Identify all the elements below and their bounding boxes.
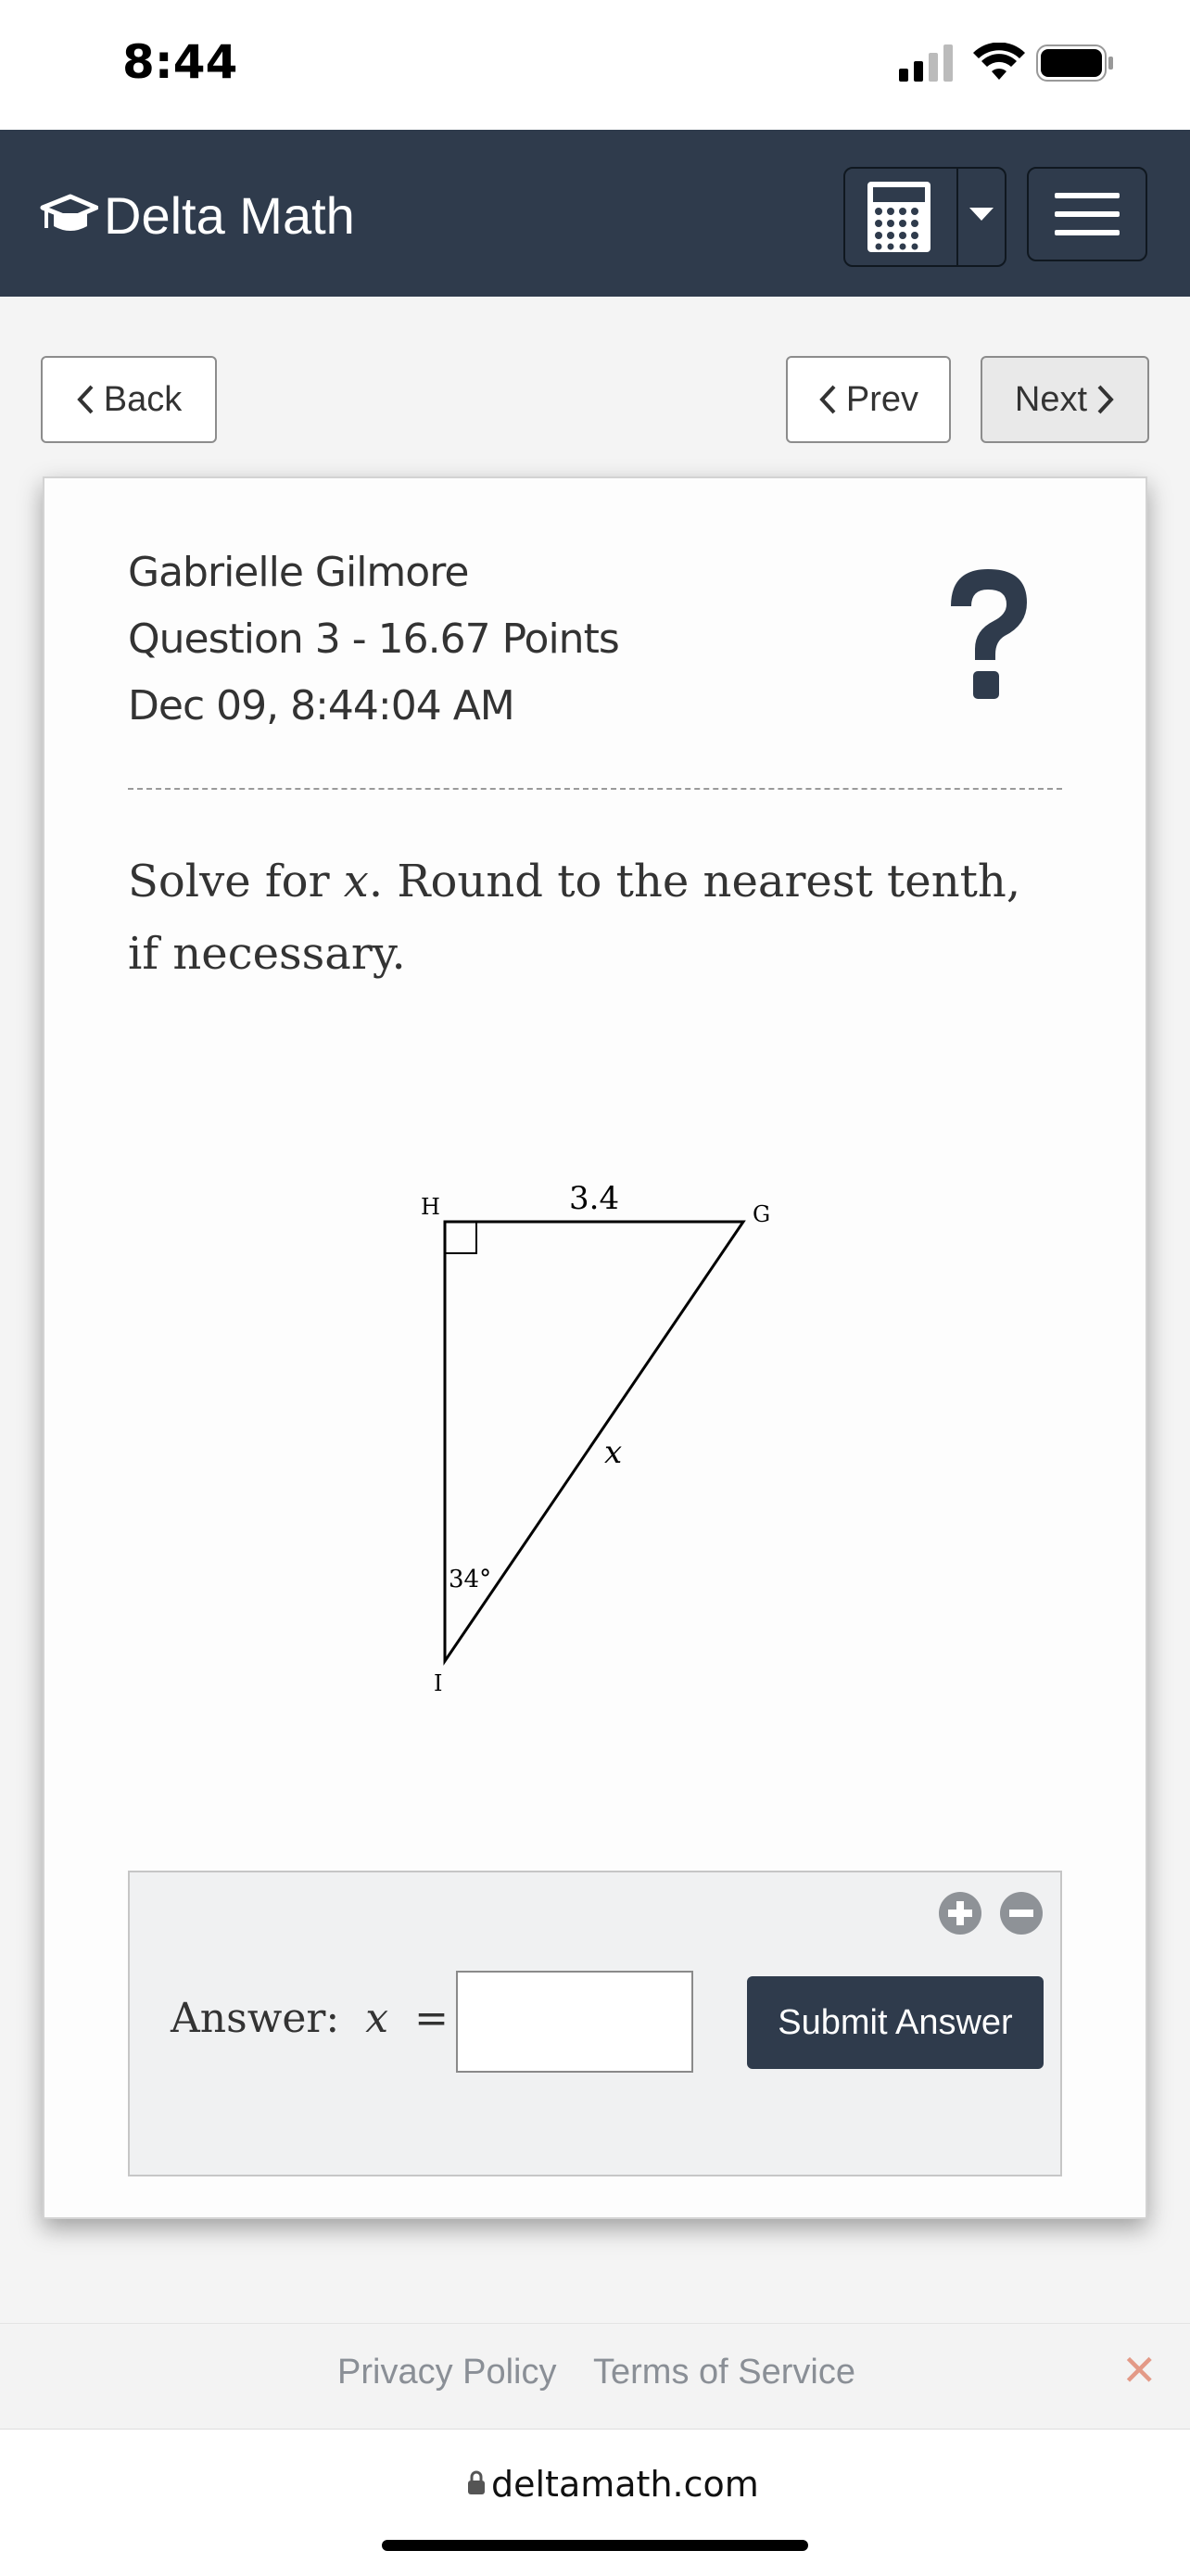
- hamburger-menu-button[interactable]: [1027, 167, 1147, 261]
- side-label-x: x: [604, 1434, 622, 1471]
- next-button-label: Next: [1014, 379, 1088, 419]
- graduation-cap-icon: [40, 194, 98, 231]
- back-button-label: Back: [103, 379, 183, 419]
- menu-icon-bar: [1055, 211, 1120, 217]
- student-name: Gabrielle Gilmore: [128, 549, 469, 596]
- status-time: 8:44: [122, 35, 238, 89]
- prompt-text-start: Solve for: [128, 856, 344, 907]
- back-button[interactable]: Back: [41, 356, 217, 443]
- question-info: Question 3 - 16.67 Points: [128, 615, 620, 663]
- help-question-icon[interactable]: [934, 564, 1040, 704]
- terms-of-service-link[interactable]: Terms of Service: [593, 2353, 855, 2392]
- answer-input[interactable]: [456, 1971, 693, 2073]
- battery-icon: [1036, 44, 1113, 82]
- triangle-shape: [443, 1220, 746, 1666]
- chevron-right-icon: [1097, 385, 1114, 414]
- privacy-policy-link[interactable]: Privacy Policy: [337, 2353, 557, 2392]
- section-divider: [128, 788, 1062, 790]
- wifi-icon: [973, 43, 1025, 80]
- prev-button[interactable]: Prev: [786, 356, 951, 443]
- brand-logo-text[interactable]: Delta Math: [104, 185, 355, 246]
- vertex-label-i: I: [434, 1670, 442, 1696]
- answer-equals: =: [414, 1995, 449, 2042]
- lock-icon: [468, 2470, 485, 2494]
- menu-icon-bar: [1055, 193, 1120, 198]
- question-prompt: Solve for x. Round to the nearest tenth,…: [128, 845, 1036, 990]
- answer-label: Answer: x =: [171, 1995, 449, 2042]
- triangle-diagram: H G I 3.4 x 34°: [421, 1180, 770, 1696]
- minus-circle-icon[interactable]: [999, 1891, 1044, 1935]
- answer-label-prefix: Answer:: [171, 1995, 340, 2042]
- prev-button-label: Prev: [845, 379, 919, 419]
- cellular-signal-icon: [899, 44, 953, 82]
- question-datetime: Dec 09, 8:44:04 AM: [128, 682, 515, 730]
- home-indicator[interactable]: [382, 2540, 808, 2551]
- next-button[interactable]: Next: [981, 356, 1149, 443]
- browser-url[interactable]: deltamath.com: [491, 2464, 759, 2505]
- chevron-left-icon: [77, 385, 94, 414]
- calculator-divider: [956, 169, 958, 265]
- prompt-variable: x: [343, 856, 369, 907]
- submit-answer-button[interactable]: Submit Answer: [747, 1976, 1044, 2069]
- close-footer-icon[interactable]: ✕: [1121, 2345, 1158, 2395]
- vertex-label-h: H: [421, 1194, 440, 1220]
- plus-circle-icon[interactable]: [938, 1891, 982, 1935]
- menu-icon-bar: [1055, 230, 1120, 235]
- calculator-icon[interactable]: [866, 180, 932, 254]
- chevron-down-icon[interactable]: [969, 208, 994, 222]
- side-length-hg: 3.4: [569, 1180, 619, 1217]
- answer-variable: x: [365, 1995, 389, 2042]
- angle-label-i: 34°: [449, 1566, 491, 1593]
- chevron-left-icon: [819, 385, 836, 414]
- right-angle-marker: [444, 1221, 477, 1254]
- vertex-label-g: G: [753, 1201, 770, 1227]
